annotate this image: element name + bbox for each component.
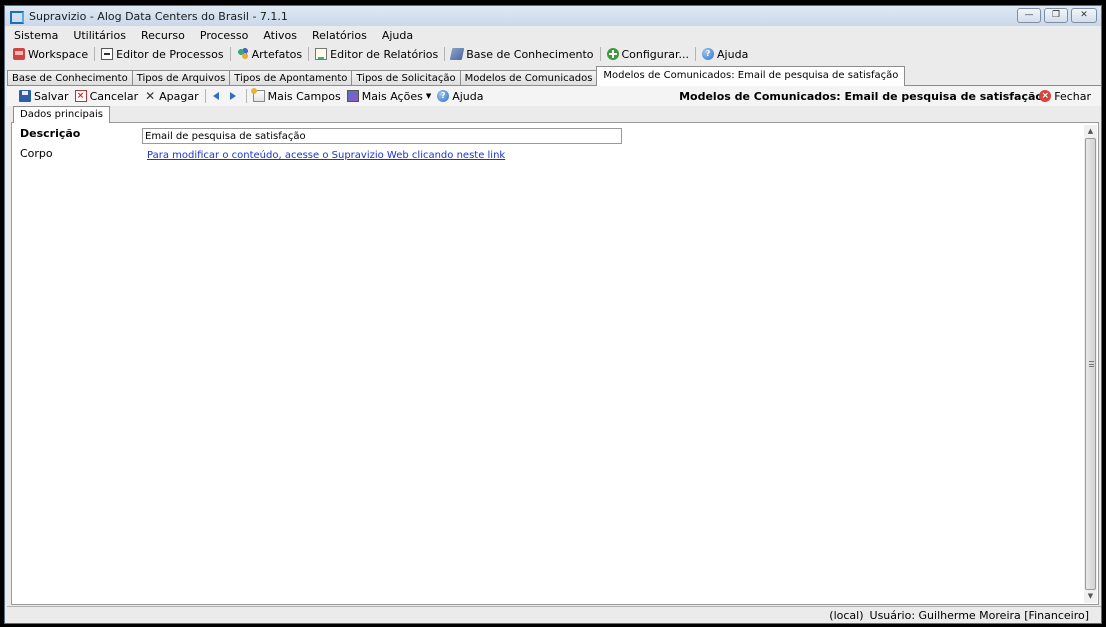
knowledge-base-button[interactable]: Base de Conhecimento <box>449 47 594 61</box>
body-label: Corpo <box>20 147 53 160</box>
vertical-scrollbar[interactable]: ▲ ▼ <box>1084 125 1097 603</box>
app-window: Supravizio - Alog Data Centers do Brasil… <box>4 5 1102 624</box>
cancel-button[interactable]: × Cancelar <box>74 89 139 103</box>
toolbar-separator <box>229 47 231 61</box>
toolbar-separator <box>444 47 446 61</box>
toolbar-separator <box>695 47 697 61</box>
main-toolbar: Workspace Editor de Processos Artefatos … <box>5 44 1101 64</box>
scroll-thumb[interactable] <box>1085 138 1096 590</box>
tab-modelos-de-comunicados[interactable]: Modelos de Comunicados <box>459 70 598 86</box>
next-record-button[interactable] <box>229 90 240 102</box>
knowledge-base-icon <box>449 48 465 60</box>
tab-tipos-de-apontamento[interactable]: Tipos de Apontamento <box>229 70 353 86</box>
report-editor-label: Editor de Relatórios <box>330 47 439 61</box>
artifacts-button[interactable]: Artefatos <box>236 47 303 61</box>
configure-button[interactable]: Configurar... <box>606 47 690 61</box>
minimize-button[interactable]: — <box>1017 8 1041 23</box>
close-window-button[interactable]: ✕ <box>1071 8 1097 23</box>
tab-dados-principais[interactable]: Dados principais <box>13 106 110 123</box>
description-field[interactable] <box>142 128 622 144</box>
close-icon: × <box>1039 90 1052 102</box>
record-toolbar: Salvar × Cancelar ✕ Apagar Mais Campos M… <box>7 86 1101 106</box>
add-icon <box>606 48 619 60</box>
status-user: Usuário: Guilherme Moreira [Financeiro] <box>869 609 1089 622</box>
document-tabs: Base de Conhecimento Tipos de Arquivos T… <box>7 65 906 86</box>
help-button[interactable]: ? Ajuda <box>702 48 748 61</box>
grip-icon <box>1089 361 1094 367</box>
report-editor-button[interactable]: Editor de Relatórios <box>315 48 438 61</box>
artifacts-icon <box>236 48 249 60</box>
form-panel: Descrição Corpo Para modificar o conteúd… <box>11 122 1099 605</box>
delete-icon: ✕ <box>145 89 156 103</box>
arrow-right-icon <box>229 90 237 102</box>
restore-button[interactable]: ❐ <box>1044 8 1068 23</box>
chevron-down-icon: ▼ <box>425 92 432 100</box>
previous-record-button[interactable] <box>212 90 223 102</box>
app-logo-icon <box>9 9 24 24</box>
more-fields-button[interactable]: Mais Campos <box>250 88 341 103</box>
close-label: Fechar <box>1054 89 1091 103</box>
artifacts-label: Artefatos <box>251 47 303 61</box>
more-actions-label: Mais Ações <box>361 89 423 103</box>
delete-label: Apagar <box>159 89 199 103</box>
help-icon: ? <box>437 90 450 102</box>
menu-ajuda[interactable]: Ajuda <box>382 29 413 42</box>
menu-recurso[interactable]: Recurso <box>141 29 185 42</box>
supravizio-web-link[interactable]: Para modificar o conteúdo, acesse o Supr… <box>147 150 505 161</box>
menu-ativos[interactable]: Ativos <box>263 29 297 42</box>
status-server: (local) <box>829 609 864 622</box>
tab-email-pesquisa-satisfacao[interactable]: Modelos de Comunicados: Email de pesquis… <box>596 66 906 86</box>
toolbar-separator <box>245 89 247 103</box>
window-controls: — ❐ ✕ <box>1017 8 1097 23</box>
knowledge-base-label: Base de Conhecimento <box>466 47 594 61</box>
menu-utilitarios[interactable]: Utilitários <box>73 29 126 42</box>
save-button[interactable]: Salvar <box>19 90 69 103</box>
status-bar: (local) Usuário: Guilherme Moreira [Fina… <box>7 606 1101 624</box>
toolbar-separator <box>599 47 601 61</box>
description-label: Descrição <box>20 127 81 140</box>
window-title: Supravizio - Alog Data Centers do Brasil… <box>29 9 288 23</box>
record-help-button[interactable]: ? Ajuda <box>437 89 484 103</box>
workspace-button[interactable]: Workspace <box>13 48 88 61</box>
help-label: Ajuda <box>717 47 749 61</box>
save-icon <box>19 90 31 102</box>
workspace-label: Workspace <box>28 47 89 61</box>
toolbar-separator <box>204 89 206 103</box>
delete-button[interactable]: ✕ Apagar <box>144 90 199 103</box>
more-actions-icon <box>346 90 359 102</box>
process-editor-icon <box>101 48 114 60</box>
menu-sistema[interactable]: Sistema <box>14 29 58 42</box>
toolbar-separator <box>308 47 310 61</box>
arrow-left-icon <box>212 90 220 102</box>
toolbar-separator <box>94 47 96 61</box>
menu-relatorios[interactable]: Relatórios <box>312 29 367 42</box>
tab-tipos-de-arquivos[interactable]: Tipos de Arquivos <box>131 70 231 86</box>
configure-label: Configurar... <box>621 47 690 61</box>
process-editor-label: Editor de Processos <box>116 47 224 61</box>
close-tab-button[interactable]: × Fechar <box>1039 90 1091 103</box>
tab-tipos-de-solicitacao[interactable]: Tipos de Solicitação <box>351 70 461 86</box>
save-label: Salvar <box>34 89 69 103</box>
cancel-label: Cancelar <box>89 89 139 103</box>
menu-bar: Sistema Utilitários Recurso Processo Ati… <box>5 26 1101 44</box>
more-fields-label: Mais Campos <box>267 89 341 103</box>
menu-processo[interactable]: Processo <box>200 29 248 42</box>
cancel-icon: × <box>74 90 87 102</box>
scroll-down-icon[interactable]: ▼ <box>1084 590 1097 603</box>
record-help-label: Ajuda <box>452 89 484 103</box>
tab-base-de-conhecimento[interactable]: Base de Conhecimento <box>7 70 133 86</box>
report-editor-icon <box>315 48 328 60</box>
record-title: Modelos de Comunicados: Email de pesquis… <box>679 89 1043 103</box>
help-icon: ? <box>702 48 715 60</box>
more-actions-button[interactable]: Mais Ações ▼ <box>346 89 432 103</box>
more-fields-icon <box>250 88 265 102</box>
workspace-icon <box>13 48 25 60</box>
process-editor-button[interactable]: Editor de Processos <box>101 48 224 61</box>
scroll-up-icon[interactable]: ▲ <box>1084 125 1097 138</box>
title-bar: Supravizio - Alog Data Centers do Brasil… <box>5 6 1101 26</box>
